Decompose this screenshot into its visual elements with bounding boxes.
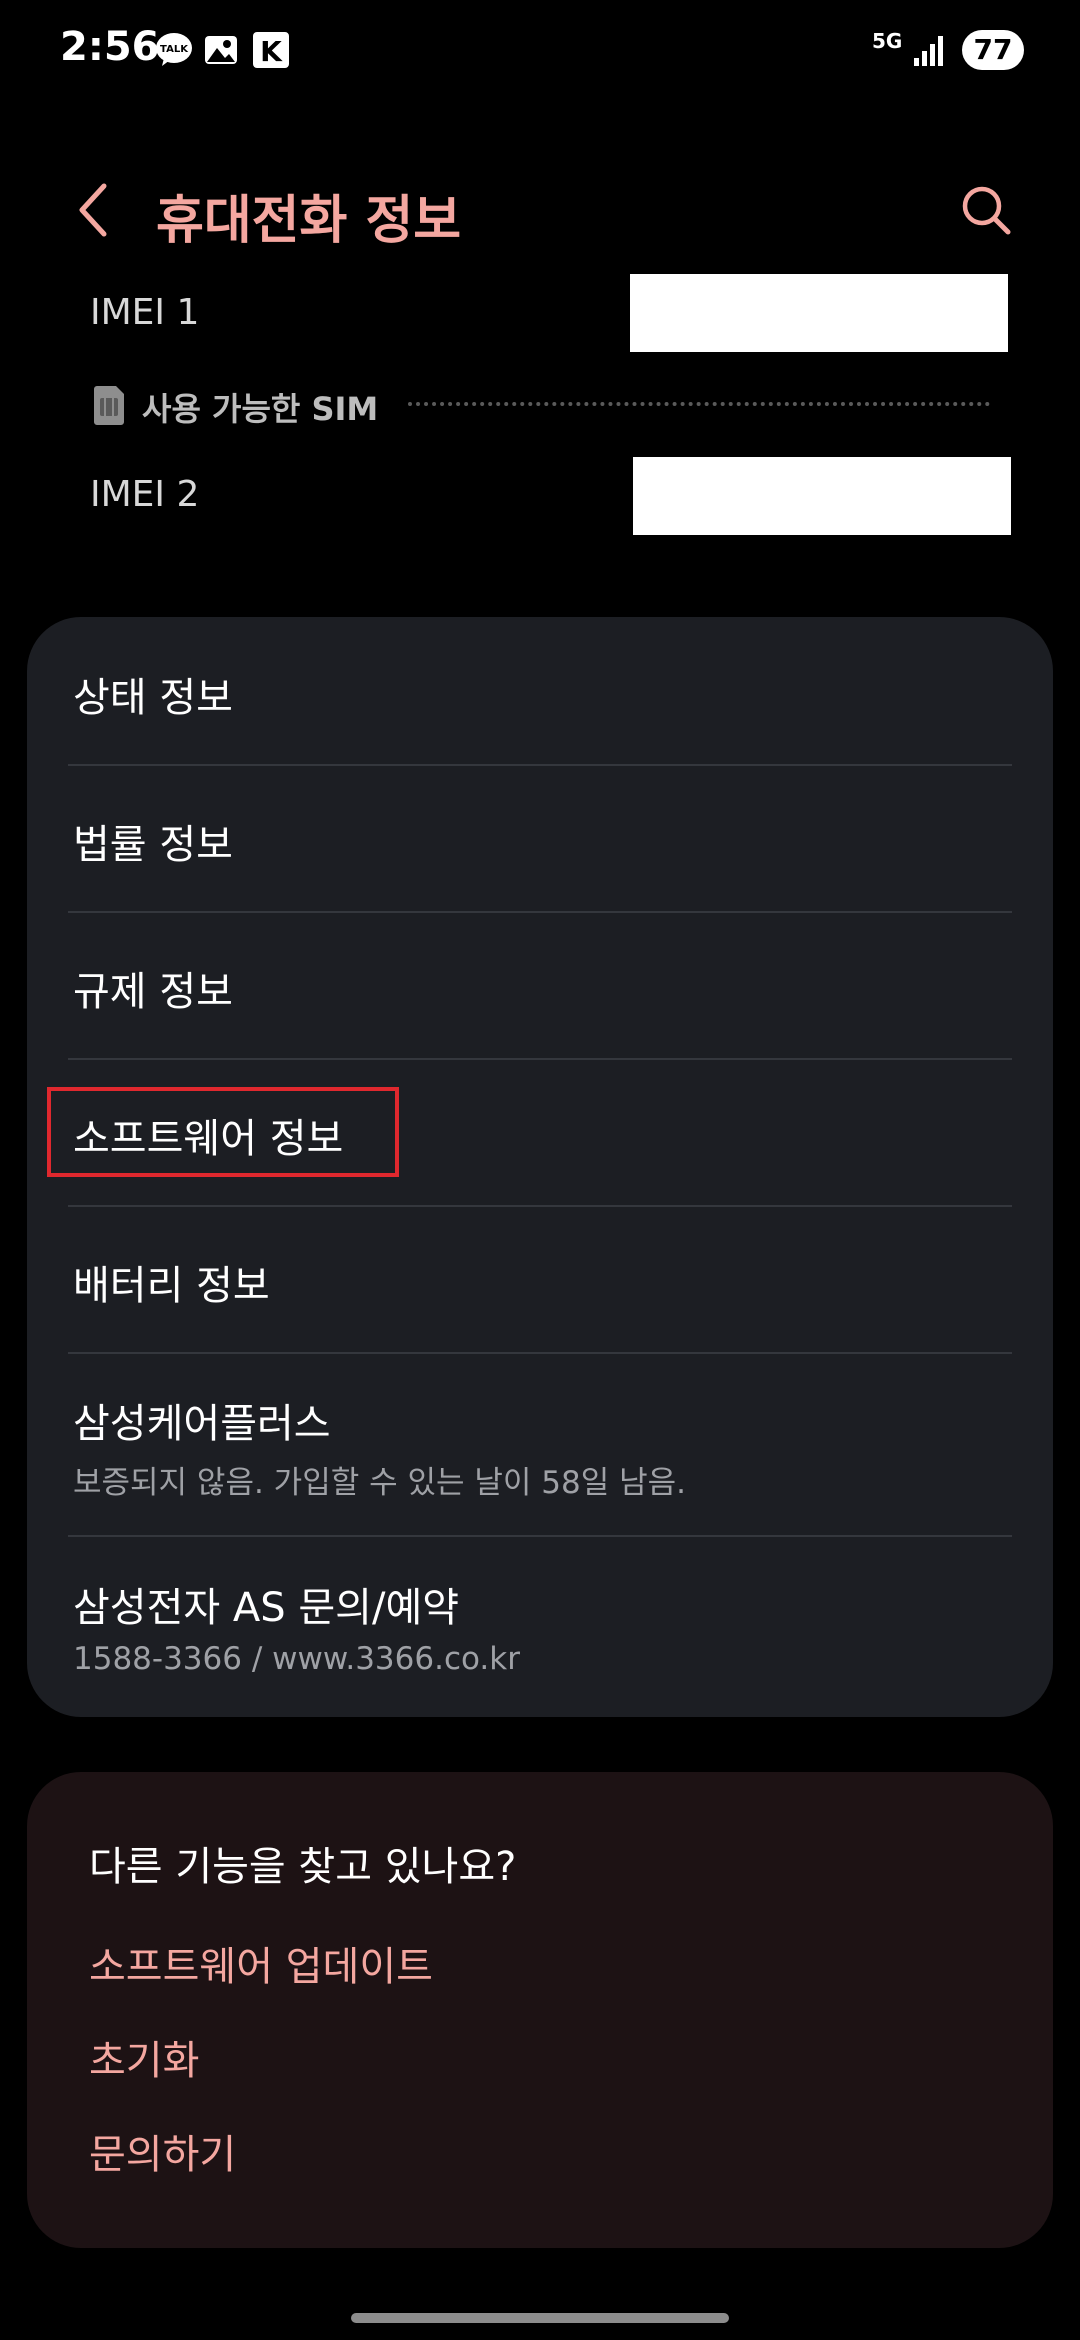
imei1-label: IMEI 1 (90, 292, 200, 333)
signal-icon (914, 36, 943, 66)
related-features-card: 다른 기능을 찾고 있나요? 소프트웨어 업데이트 초기화 문의하기 (27, 1772, 1053, 2248)
link-reset[interactable]: 초기화 (89, 2028, 199, 2086)
divider (68, 1535, 1012, 1537)
sim-available-label: 사용 가능한 SIM (142, 390, 379, 428)
imei2-value-redacted (633, 457, 1011, 535)
related-features-title: 다른 기능을 찾고 있나요? (89, 1844, 517, 1890)
menu-item-regulatory-info[interactable]: 규제 정보 (73, 959, 233, 1017)
menu-item-battery-info[interactable]: 배터리 정보 (73, 1253, 270, 1311)
menu-item-samsung-care-plus[interactable]: 삼성케어플러스 (73, 1391, 331, 1449)
highlight-box (47, 1087, 399, 1177)
sim-dotted-divider (408, 402, 990, 406)
samsung-care-plus-subtitle: 보증되지 않음. 가입할 수 있는 날이 58일 남음. (73, 1465, 686, 1501)
kakaotalk-icon: TALK (156, 33, 192, 66)
status-time: 2:56 (60, 24, 160, 70)
svg-text:K: K (260, 35, 283, 68)
chevron-left-icon (79, 183, 107, 237)
sim-card-icon (94, 386, 124, 425)
imei2-label: IMEI 2 (90, 474, 200, 515)
menu-item-samsung-as-inquiry[interactable]: 삼성전자 AS 문의/예약 (73, 1575, 459, 1633)
k-app-icon: K (253, 32, 289, 68)
gallery-icon (205, 36, 237, 64)
link-contact-us[interactable]: 문의하기 (89, 2122, 236, 2180)
search-button[interactable] (958, 182, 1014, 238)
divider (68, 1205, 1012, 1207)
menu-item-legal-info[interactable]: 법률 정보 (73, 812, 233, 870)
imei1-value-redacted (630, 274, 1008, 352)
svg-text:TALK: TALK (160, 44, 189, 55)
search-icon (962, 186, 1011, 235)
divider (68, 1058, 1012, 1060)
battery-indicator: 77 (962, 30, 1024, 70)
page-title: 휴대전화 정보 (156, 191, 462, 251)
link-software-update[interactable]: 소프트웨어 업데이트 (89, 1934, 433, 1992)
back-button[interactable] (70, 180, 120, 240)
divider (68, 911, 1012, 913)
divider (68, 764, 1012, 766)
samsung-as-contact-subtitle: 1588-3366 / www.3366.co.kr (73, 1641, 520, 1677)
menu-item-status-info[interactable]: 상태 정보 (73, 665, 233, 723)
home-indicator[interactable] (351, 2313, 729, 2323)
divider (68, 1352, 1012, 1354)
network-type-label: 5G (872, 29, 903, 53)
